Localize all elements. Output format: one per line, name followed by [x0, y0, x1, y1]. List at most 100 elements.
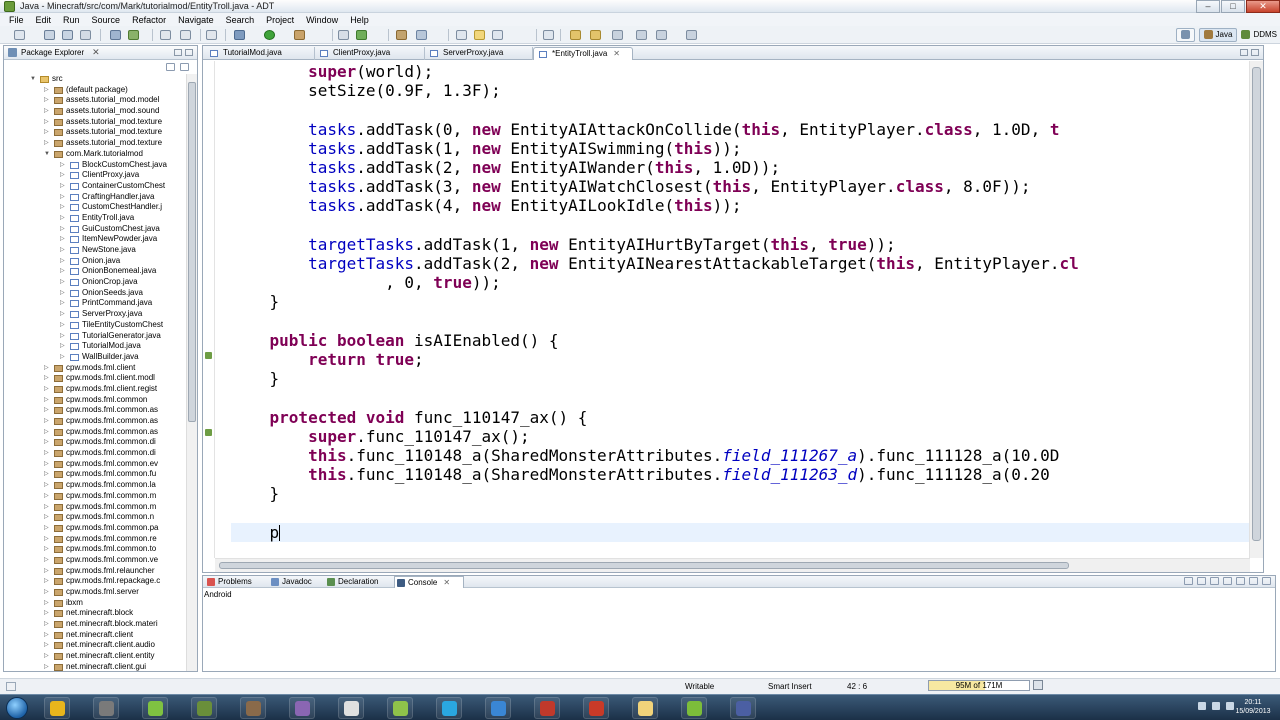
collapsed-arrow-icon[interactable]: ▷ [44, 662, 52, 671]
taskbar-app[interactable] [142, 697, 168, 719]
collapsed-arrow-icon[interactable]: ▷ [44, 576, 52, 587]
tree-item[interactable]: ▷ cpw.mods.fml.client [4, 363, 186, 374]
taskbar-clock[interactable]: 20:11 15/09/2013 [1232, 698, 1274, 716]
new-java-class-icon[interactable] [356, 30, 367, 40]
collapsed-arrow-icon[interactable]: ▷ [44, 384, 52, 395]
tab-serverproxy[interactable]: ServerProxy.java [425, 47, 533, 60]
back-icon[interactable] [636, 30, 647, 40]
taskbar-app[interactable] [681, 697, 707, 719]
scrollbar-thumb[interactable] [188, 82, 196, 422]
tree-item[interactable]: ▷ assets.tutorial_mod.texture [4, 138, 186, 149]
collapsed-arrow-icon[interactable]: ▷ [60, 181, 68, 192]
package-explorer-scrollbar[interactable] [186, 74, 197, 671]
collapsed-arrow-icon[interactable]: ▷ [60, 213, 68, 224]
collapsed-arrow-icon[interactable]: ▷ [44, 363, 52, 374]
collapsed-arrow-icon[interactable]: ▷ [60, 309, 68, 320]
tree-item[interactable]: ▷ net.minecraft.client.gui [4, 662, 186, 671]
tree-item[interactable]: ▷ cpw.mods.fml.common.as [4, 405, 186, 416]
expanded-arrow-icon[interactable]: ▼ [30, 74, 38, 85]
override-marker-icon[interactable] [205, 351, 212, 359]
taskbar-app[interactable] [436, 697, 462, 719]
menu-project[interactable]: Project [260, 15, 300, 25]
run-icon[interactable] [264, 30, 275, 40]
collapsed-arrow-icon[interactable]: ▷ [44, 127, 52, 138]
collapsed-arrow-icon[interactable]: ▷ [60, 288, 68, 299]
fast-view-icon[interactable] [6, 682, 16, 691]
tree-item[interactable]: ▷ cpw.mods.fml.client.regist [4, 384, 186, 395]
tree-item[interactable]: ▷ cpw.mods.fml.common.fu [4, 469, 186, 480]
collapsed-arrow-icon[interactable]: ▷ [60, 245, 68, 256]
collapsed-arrow-icon[interactable]: ▷ [44, 480, 52, 491]
forward-icon[interactable] [656, 30, 667, 40]
tree-item[interactable]: ▷ cpw.mods.fml.common.di [4, 448, 186, 459]
tree-item[interactable]: ▷ cpw.mods.fml.server [4, 587, 186, 598]
collapsed-arrow-icon[interactable]: ▷ [44, 598, 52, 609]
tree-item[interactable]: ▷ cpw.mods.fml.common.as [4, 416, 186, 427]
collapsed-arrow-icon[interactable]: ▷ [44, 459, 52, 470]
tree-item[interactable]: ▷ cpw.mods.fml.common.n [4, 512, 186, 523]
tree-item[interactable]: ▼ com.Mark.tutorialmod [4, 149, 186, 160]
new-class-icon[interactable] [206, 30, 217, 40]
tree-item[interactable]: ▷ cpw.mods.fml.common.ve [4, 555, 186, 566]
tree-item[interactable]: ▷ CustomChestHandler.j [4, 202, 186, 213]
collapsed-arrow-icon[interactable]: ▷ [44, 437, 52, 448]
scroll-lock-icon[interactable] [1197, 577, 1206, 585]
collapsed-arrow-icon[interactable]: ▷ [60, 234, 68, 245]
scrollbar-thumb[interactable] [219, 562, 1069, 569]
history-dropdown-icon[interactable] [686, 30, 697, 40]
pin-editor-icon[interactable] [543, 30, 554, 40]
maximize-panel-icon[interactable] [1262, 577, 1271, 585]
collapsed-arrow-icon[interactable]: ▷ [44, 416, 52, 427]
menu-file[interactable]: File [3, 15, 30, 25]
toggle-mark-icon[interactable] [456, 30, 467, 40]
tree-item[interactable]: ▷ cpw.mods.fml.common.pa [4, 523, 186, 534]
tree-item[interactable]: ▷ ServerProxy.java [4, 309, 186, 320]
collapsed-arrow-icon[interactable]: ▷ [60, 202, 68, 213]
minimize-view-icon[interactable] [174, 49, 182, 56]
tree-item[interactable]: ▷ EntityTroll.java [4, 213, 186, 224]
pin-console-icon[interactable] [1210, 577, 1219, 585]
collapsed-arrow-icon[interactable]: ▷ [44, 502, 52, 513]
taskbar-app[interactable] [93, 697, 119, 719]
taskbar-app[interactable] [534, 697, 560, 719]
tree-item[interactable]: ▷ net.minecraft.client.audio [4, 640, 186, 651]
android-sdk-icon[interactable] [110, 30, 121, 40]
collapsed-arrow-icon[interactable]: ▷ [60, 341, 68, 352]
collapsed-arrow-icon[interactable]: ▷ [60, 224, 68, 235]
collapsed-arrow-icon[interactable]: ▷ [44, 448, 52, 459]
tree-item[interactable]: ▷ cpw.mods.fml.common.as [4, 427, 186, 438]
tree-item[interactable]: ▷ cpw.mods.fml.common.m [4, 491, 186, 502]
collapsed-arrow-icon[interactable]: ▷ [44, 106, 52, 117]
tree-item[interactable]: ▷ NewStone.java [4, 245, 186, 256]
tree-item[interactable]: ▷ assets.tutorial_mod.texture [4, 117, 186, 128]
taskbar-app[interactable] [338, 697, 364, 719]
minimize-button[interactable]: – [1196, 0, 1220, 13]
collapsed-arrow-icon[interactable]: ▷ [44, 544, 52, 555]
tree-item[interactable]: ▷ Onion.java [4, 256, 186, 267]
collapsed-arrow-icon[interactable]: ▷ [44, 555, 52, 566]
menu-refactor[interactable]: Refactor [126, 15, 172, 25]
debug-icon[interactable] [234, 30, 245, 40]
tree-item[interactable]: ▷ OnionBonemeal.java [4, 266, 186, 277]
tree-item[interactable]: ▷ assets.tutorial_mod.model [4, 95, 186, 106]
tree-item[interactable]: ▷ net.minecraft.block [4, 608, 186, 619]
collapsed-arrow-icon[interactable]: ▷ [44, 373, 52, 384]
clear-console-icon[interactable] [1184, 577, 1193, 585]
tab-javadoc[interactable]: Javadoc [269, 576, 325, 588]
tree-item[interactable]: ▷ cpw.mods.fml.common.ev [4, 459, 186, 470]
tree-item[interactable]: ▷ ContainerCustomChest [4, 181, 186, 192]
collapsed-arrow-icon[interactable]: ▷ [44, 427, 52, 438]
package-explorer-title[interactable]: Package Explorer [21, 48, 84, 57]
menu-edit[interactable]: Edit [30, 15, 58, 25]
taskbar-app[interactable] [583, 697, 609, 719]
taskbar-app[interactable] [44, 697, 70, 719]
tree-item[interactable]: ▷ OnionSeeds.java [4, 288, 186, 299]
collapsed-arrow-icon[interactable]: ▷ [44, 405, 52, 416]
tree-item[interactable]: ▷ cpw.mods.fml.common.to [4, 544, 186, 555]
maximize-view-icon[interactable] [185, 49, 193, 56]
tree-item[interactable]: ▷ net.minecraft.block.materi [4, 619, 186, 630]
close-icon[interactable]: ✕ [92, 47, 100, 58]
tree-item[interactable]: ▷ TutorialMod.java [4, 341, 186, 352]
editor-horizontal-scrollbar[interactable] [215, 558, 1250, 572]
collapsed-arrow-icon[interactable]: ▷ [44, 85, 52, 96]
